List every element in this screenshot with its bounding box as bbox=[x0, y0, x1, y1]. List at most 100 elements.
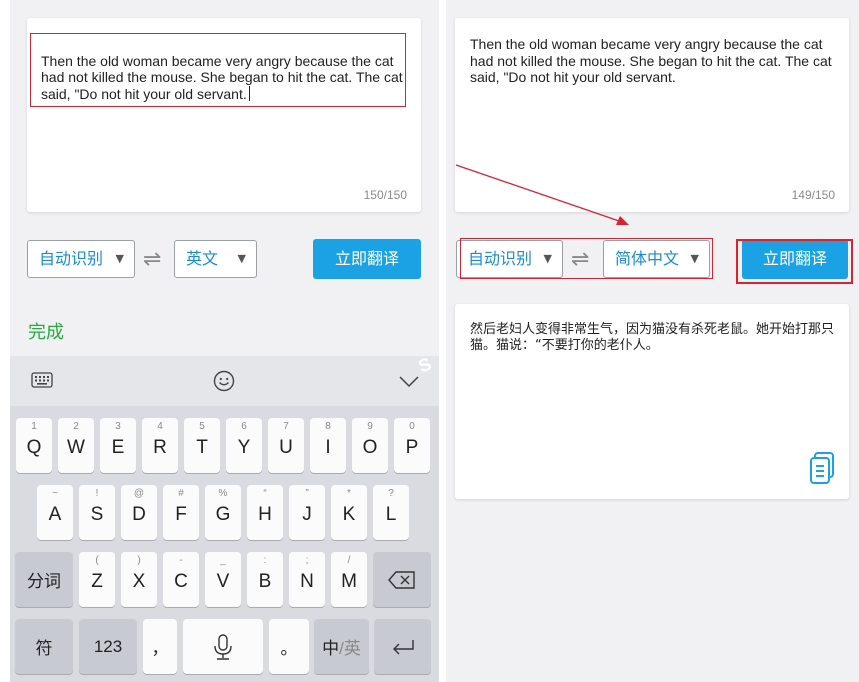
lang-switch-key[interactable]: 中/英 bbox=[314, 619, 369, 674]
key-hint: _ bbox=[220, 555, 226, 566]
key-r[interactable]: 4R bbox=[142, 418, 178, 473]
annotation-arrow bbox=[455, 164, 629, 225]
key-e[interactable]: 3E bbox=[100, 418, 136, 473]
key-m[interactable]: / M bbox=[331, 552, 367, 607]
comma-key[interactable]: ， bbox=[143, 619, 177, 674]
key-label: P bbox=[405, 437, 419, 458]
text-cursor bbox=[248, 85, 250, 101]
key-n[interactable]: ; N bbox=[289, 552, 325, 607]
translate-button-right[interactable]: 立即翻译 bbox=[742, 239, 848, 279]
key-hint: ( bbox=[95, 555, 99, 566]
emoji-icon[interactable] bbox=[213, 370, 235, 392]
source-text-card[interactable]: Then the old woman became very angry bec… bbox=[27, 18, 421, 212]
char-counter: 150/150 bbox=[363, 188, 407, 202]
key-label: Z bbox=[91, 571, 103, 592]
swap-icon-right[interactable]: ⇌ bbox=[571, 248, 589, 270]
key-s[interactable]: ! S bbox=[79, 485, 115, 540]
key-hint: 0 bbox=[409, 421, 415, 432]
key-label: T bbox=[196, 437, 208, 458]
key-hint: * bbox=[347, 488, 351, 499]
key-label: F bbox=[175, 504, 187, 525]
source-lang-select-right[interactable]: 自动识别 ▼ bbox=[456, 240, 563, 278]
key-hint: ; bbox=[305, 555, 309, 566]
translation-result: 然后老妇人变得非常生气，因为猫没有杀死老鼠。她开始打那只猫。猫说：“不要打你的老… bbox=[470, 322, 835, 353]
key-y[interactable]: 6Y bbox=[226, 418, 262, 473]
lang-switch-secondary: /英 bbox=[339, 639, 361, 658]
source-lang-select[interactable]: 自动识别 ▼ bbox=[27, 240, 135, 278]
key-label: B bbox=[258, 571, 272, 592]
key-label: U bbox=[279, 437, 293, 458]
key-hint: 6 bbox=[241, 421, 247, 432]
key-hint: % bbox=[218, 488, 228, 499]
key-f[interactable]: # F bbox=[163, 485, 199, 540]
backspace-icon bbox=[373, 552, 431, 607]
numbers-key[interactable]: 123 bbox=[79, 619, 137, 674]
key-k[interactable]: * K bbox=[331, 485, 367, 540]
key-l[interactable]: ? L bbox=[373, 485, 409, 540]
key-d[interactable]: @ D bbox=[121, 485, 157, 540]
key-hint: 5 bbox=[199, 421, 205, 432]
enter-key[interactable] bbox=[374, 619, 431, 674]
key-q[interactable]: 1Q bbox=[16, 418, 52, 473]
source-lang-label-right: 自动识别 bbox=[468, 249, 533, 268]
key-hint: - bbox=[179, 555, 183, 566]
key-hint: 3 bbox=[115, 421, 121, 432]
key-label: E bbox=[111, 437, 125, 458]
key-w[interactable]: 2W bbox=[58, 418, 94, 473]
key-hint: @ bbox=[133, 488, 145, 499]
numbers-key-label: 123 bbox=[93, 636, 123, 656]
key-label: O bbox=[362, 437, 378, 458]
symbol-key[interactable]: 符 bbox=[15, 619, 73, 674]
dropdown-arrow-icon: ▼ bbox=[115, 252, 124, 265]
key-label: M bbox=[341, 571, 357, 592]
key-g[interactable]: % G bbox=[205, 485, 241, 540]
chevron-down-icon[interactable] bbox=[399, 376, 419, 388]
key-hint: ? bbox=[388, 488, 394, 499]
key-i[interactable]: 8I bbox=[310, 418, 346, 473]
fenci-key[interactable]: 分词 bbox=[15, 552, 73, 607]
source-lang-label: 自动识别 bbox=[39, 249, 104, 268]
key-hint: 2 bbox=[73, 421, 79, 432]
lang-switch-label: 中/英 bbox=[314, 619, 369, 674]
done-button[interactable]: 完成 bbox=[28, 318, 64, 344]
key-j[interactable]: ” J bbox=[289, 485, 325, 540]
key-hint: 7 bbox=[283, 421, 289, 432]
key-label: J bbox=[302, 504, 312, 525]
comma-key-label: ， bbox=[151, 639, 169, 658]
source-text-input[interactable]: Then the old woman became very angry bec… bbox=[41, 36, 413, 102]
key-label: A bbox=[48, 504, 62, 525]
target-lang-select-right[interactable]: 简体中文 ▼ bbox=[603, 240, 710, 278]
keyboard-icon[interactable] bbox=[31, 372, 53, 388]
translate-button[interactable]: 立即翻译 bbox=[313, 239, 421, 279]
period-key-label: 。 bbox=[280, 639, 298, 658]
source-text-content: Then the old woman became very angry bec… bbox=[41, 52, 403, 102]
key-t[interactable]: 5T bbox=[184, 418, 220, 473]
key-label: Y bbox=[237, 437, 251, 458]
keyboard-toolbar bbox=[10, 356, 439, 406]
fenci-key-label: 分词 bbox=[27, 572, 61, 591]
key-hint: ) bbox=[137, 555, 141, 566]
symbol-key-label: 符 bbox=[35, 639, 53, 658]
key-v[interactable]: _ V bbox=[205, 552, 241, 607]
key-p[interactable]: 0P bbox=[394, 418, 430, 473]
key-u[interactable]: 7U bbox=[268, 418, 304, 473]
target-lang-select[interactable]: 英文 ▼ bbox=[174, 240, 257, 278]
soft-keyboard: S 1Q2W3E4R5T6Y7U8I9O0P ~ A! S @ D # F% G “H” J * K?… bbox=[10, 354, 439, 682]
key-label: R bbox=[153, 437, 167, 458]
backspace-key[interactable] bbox=[373, 552, 431, 607]
key-o[interactable]: 9O bbox=[352, 418, 388, 473]
key-b[interactable]: :B bbox=[247, 552, 283, 607]
swap-icon[interactable]: ⇌ bbox=[143, 248, 161, 270]
key-x[interactable]: ) X bbox=[121, 552, 157, 607]
key-a[interactable]: ~ A bbox=[37, 485, 73, 540]
period-key[interactable]: 。 bbox=[269, 619, 309, 674]
key-label: W bbox=[67, 437, 85, 458]
key-label: N bbox=[300, 571, 314, 592]
key-z[interactable]: (Z bbox=[79, 552, 115, 607]
dropdown-arrow-icon: ▼ bbox=[690, 252, 699, 265]
space-key[interactable] bbox=[183, 619, 263, 674]
key-c[interactable]: -C bbox=[163, 552, 199, 607]
key-label: C bbox=[174, 571, 188, 592]
copy-icon[interactable] bbox=[809, 451, 837, 485]
key-h[interactable]: “H bbox=[247, 485, 283, 540]
